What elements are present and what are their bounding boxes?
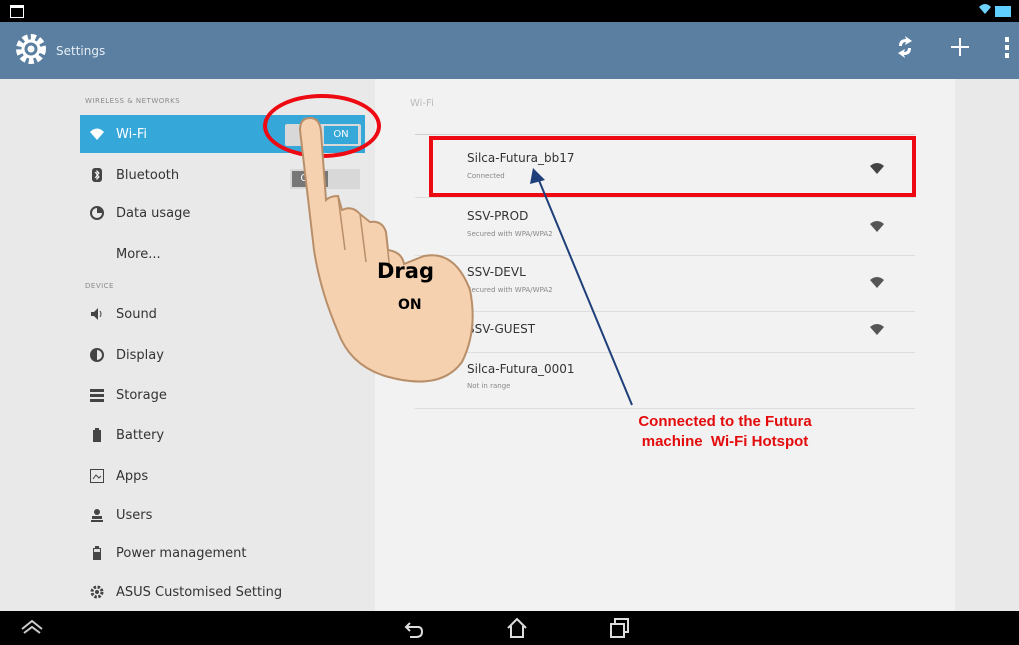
status-bar <box>0 0 1019 22</box>
sidebar-item-label: Power management <box>116 545 247 561</box>
app-title: Settings <box>56 44 106 58</box>
sync-icon[interactable] <box>896 36 914 58</box>
divider <box>415 134 915 135</box>
wifi-secured-signal-icon <box>870 277 884 288</box>
section-wireless-networks: WIRELESS & NETWORKS <box>85 97 181 105</box>
sidebar-item-battery[interactable]: Battery <box>80 416 365 454</box>
overflow-menu-icon[interactable] <box>1004 37 1010 59</box>
sidebar-item-sound[interactable]: Sound <box>80 295 365 333</box>
wifi-secured-signal-icon <box>870 221 884 232</box>
wifi-status-icon <box>979 4 991 14</box>
settings-gear-icon[interactable] <box>14 32 48 66</box>
sidebar-item-label: Apps <box>116 468 149 484</box>
bluetooth-toggle[interactable]: OFF <box>290 169 360 189</box>
network-status: Secured with WPA/WPA2 <box>467 230 553 238</box>
network-name: SSV-GUEST <box>467 322 536 336</box>
gear-icon <box>90 585 104 599</box>
sidebar-item-label: Sound <box>116 306 157 322</box>
sidebar-item-power-management[interactable]: Power management <box>80 534 365 572</box>
display-icon <box>90 348 104 362</box>
sidebar-item-data-usage[interactable]: Data usage <box>80 194 365 232</box>
notification-icon <box>10 5 24 18</box>
sidebar-item-asus-customised[interactable]: ASUS Customised Setting <box>80 573 365 611</box>
back-icon[interactable] <box>402 617 426 639</box>
power-icon <box>93 546 101 560</box>
sidebar-item-label: Users <box>116 507 153 523</box>
network-row[interactable]: SSV-GUEST <box>415 296 915 353</box>
drag-label: Drag <box>377 259 434 283</box>
navigation-bar <box>0 611 1019 645</box>
callout-line-2: machine Wi-Fi Hotspot <box>641 433 809 450</box>
users-icon <box>91 509 103 522</box>
settings-list: WIRELESS & NETWORKS Wi-Fi ON Bluetooth O… <box>75 79 365 611</box>
sound-icon <box>91 308 102 320</box>
sidebar-item-label: Storage <box>116 387 167 403</box>
sidebar-item-label: Battery <box>116 427 165 443</box>
sidebar-item-bluetooth[interactable]: Bluetooth OFF <box>80 156 365 194</box>
sidebar-item-label: Display <box>116 347 164 363</box>
network-status: Not in range <box>467 382 511 390</box>
battery-icon <box>93 428 101 442</box>
wifi-icon <box>90 128 104 140</box>
section-device: DEVICE <box>85 282 114 290</box>
network-status: Secured with WPA/WPA2 <box>467 286 553 294</box>
sidebar-item-more[interactable]: More... <box>80 235 365 273</box>
network-name: Silca-Futura_0001 <box>467 362 575 376</box>
callout-line-1: Connected to the Futura <box>638 413 812 430</box>
network-name: SSV-PROD <box>467 209 529 223</box>
asus-menu-icon[interactable] <box>20 617 44 639</box>
network-row[interactable]: Silca-Futura_0001 Not in range <box>415 352 915 409</box>
sidebar-item-label: ASUS Customised Setting <box>116 584 283 600</box>
network-row[interactable]: SSV-PROD Secured with WPA/WPA2 <box>415 199 915 256</box>
storage-icon <box>90 389 104 402</box>
action-bar: Settings <box>0 22 1019 79</box>
sidebar-item-users[interactable]: Users <box>80 496 365 534</box>
status-icons <box>979 3 1015 18</box>
wifi-toggle-highlight <box>263 94 381 158</box>
bluetooth-icon <box>92 168 102 182</box>
sidebar-item-storage[interactable]: Storage <box>80 376 365 414</box>
connected-network-highlight <box>429 136 916 197</box>
add-icon[interactable] <box>951 38 969 56</box>
sidebar-item-apps[interactable]: Apps <box>80 457 365 495</box>
recent-apps-icon[interactable] <box>608 617 632 639</box>
sidebar-item-display[interactable]: Display <box>80 336 365 374</box>
bluetooth-toggle-state: OFF <box>292 171 328 187</box>
wifi-signal-icon <box>870 324 884 335</box>
drag-on-label: ON <box>398 297 422 313</box>
network-name: SSV-DEVL <box>467 265 526 279</box>
battery-status-icon <box>995 6 1011 17</box>
apps-icon <box>90 469 104 483</box>
sidebar-item-label: Data usage <box>116 205 191 221</box>
sidebar-item-label: Bluetooth <box>116 167 180 183</box>
sidebar-item-label: More... <box>116 246 161 262</box>
sidebar-item-label: Wi-Fi <box>116 126 148 142</box>
data-usage-icon <box>90 206 104 220</box>
wifi-panel-header: Wi-Fi <box>410 98 434 109</box>
callout-text: Connected to the Futura machine Wi-Fi Ho… <box>565 412 885 452</box>
home-icon[interactable] <box>505 617 529 639</box>
